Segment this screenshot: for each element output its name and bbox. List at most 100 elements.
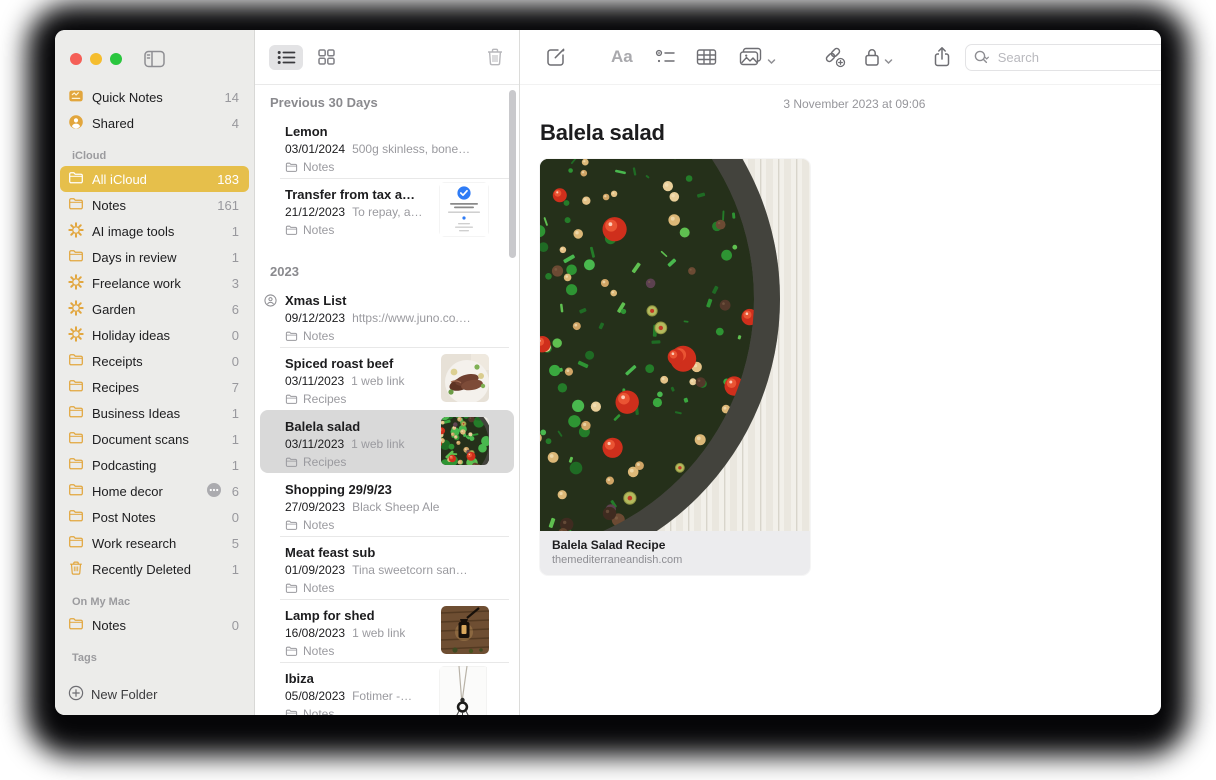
sidebar-item-shared[interactable]: Shared 4 <box>60 110 249 136</box>
sidebar-item-count: 1 <box>232 250 239 265</box>
smart-folder-gear-icon <box>68 300 92 319</box>
folder-icon <box>68 616 92 635</box>
sidebar-item-all-icloud[interactable]: All iCloud 183 <box>60 166 249 192</box>
sidebar-item-recently-deleted[interactable]: Recently Deleted 1 <box>60 556 249 582</box>
sidebar-item-count: 1 <box>232 432 239 447</box>
photos-icon[interactable] <box>739 47 763 67</box>
sidebar-item-document-scans[interactable]: Document scans 1 <box>60 426 249 452</box>
lock-icon[interactable] <box>864 47 880 67</box>
sidebar-item-garden[interactable]: Garden 6 <box>60 296 249 322</box>
note-list-item-lamp-for-shed[interactable]: Lamp for shed 16/08/2023 1 web link Note… <box>260 599 514 662</box>
note-list: Previous 30 Days Lemon 03/01/2024 500g s… <box>255 85 519 715</box>
sidebar-item-post-notes[interactable]: Post Notes 0 <box>60 504 249 530</box>
trash-icon <box>68 560 92 579</box>
trash-icon[interactable] <box>485 47 505 67</box>
note-list-item-spiced-roast-beef[interactable]: Spiced roast beef 03/11/2023 1 web link … <box>260 347 514 410</box>
note-timestamp: 3 November 2023 at 09:06 <box>520 97 1161 111</box>
sidebar-item-label: Document scans <box>92 432 226 447</box>
sidebar-item-freelance-work[interactable]: Freelance work 3 <box>60 270 249 296</box>
note-thumbnail-lamp <box>441 606 489 654</box>
plus-circle-icon <box>68 685 84 704</box>
sidebar-item-quick-notes[interactable]: Quick Notes 14 <box>60 84 249 110</box>
folder-icon <box>68 378 92 397</box>
sidebar-item-label: Home decor <box>92 484 206 499</box>
sidebar-items: Quick Notes 14 Shared 4 iCloud All iCloud… <box>55 84 254 668</box>
note-item-title: Shopping 29/9/23 <box>285 481 480 498</box>
sidebar-item-notes[interactable]: Notes 161 <box>60 192 249 218</box>
close-button[interactable] <box>70 53 82 65</box>
sidebar-item-label: Work research <box>92 536 226 551</box>
note-item-preview: https://www.juno.co.… <box>352 310 471 327</box>
note-list-item-shopping-29-9-23[interactable]: Shopping 29/9/23 27/09/2023 Black Sheep … <box>260 473 514 536</box>
new-folder-button[interactable]: New Folder <box>68 685 157 704</box>
folder-icon <box>68 456 92 475</box>
sidebar-item-count: 7 <box>232 380 239 395</box>
salad-photo <box>540 159 810 531</box>
list-scrollbar[interactable] <box>509 90 516 258</box>
ellipsis-icon[interactable] <box>206 482 226 501</box>
checklist-icon[interactable] <box>655 48 676 66</box>
link-domain: themediterraneandish.com <box>552 554 798 566</box>
table-icon[interactable] <box>696 48 717 66</box>
sidebar-item-label: Notes <box>92 198 211 213</box>
note-list-item-balela-salad[interactable]: Balela salad 03/11/2023 1 web link Recip… <box>260 410 514 473</box>
note-item-preview: 500g skinless, bone… <box>352 141 470 158</box>
sidebar-item-count: 161 <box>217 198 239 213</box>
note-list-item-meat-feast-sub[interactable]: Meat feast sub 01/09/2023 Tina sweetcorn… <box>260 536 514 599</box>
editor-panel: Aa <box>520 30 1161 715</box>
sidebar-item-label: Notes <box>92 618 226 633</box>
link-caption: Balela Salad Recipe themediterraneandish… <box>540 531 810 575</box>
note-item-preview: Fotimer -… <box>352 688 412 705</box>
sidebar-item-notes[interactable]: Notes 0 <box>60 612 249 638</box>
sidebar-toggle-icon[interactable] <box>144 50 165 68</box>
sidebar-section-on-my-mac: On My Mac <box>55 592 254 612</box>
sidebar-section-icloud: iCloud <box>55 146 254 166</box>
note-item-date: 09/12/2023 <box>285 310 345 327</box>
note-item-folder: Notes <box>285 329 480 344</box>
shared-note-icon <box>264 294 277 307</box>
note-item-date: 03/11/2023 <box>285 436 344 453</box>
note-list-panel: Previous 30 Days Lemon 03/01/2024 500g s… <box>255 30 520 715</box>
sidebar-item-count: 1 <box>232 562 239 577</box>
minimize-button[interactable] <box>90 53 102 65</box>
link-icon[interactable] <box>822 46 846 68</box>
compose-icon[interactable] <box>545 46 567 68</box>
sidebar-item-work-research[interactable]: Work research 5 <box>60 530 249 556</box>
sidebar-item-home-decor[interactable]: Home decor 6 <box>60 478 249 504</box>
format-icon[interactable]: Aa <box>611 47 633 67</box>
sidebar-item-ai-image-tools[interactable]: AI image tools 1 <box>60 218 249 244</box>
note-list-item-ibiza[interactable]: Ibiza 05/08/2023 Fotimer -… Notes <box>260 662 514 715</box>
folder-icon <box>68 248 92 267</box>
sidebar-item-recipes[interactable]: Recipes 7 <box>60 374 249 400</box>
folder-icon <box>68 508 92 527</box>
note-canvas[interactable]: 3 November 2023 at 09:06 Balela salad Ba… <box>520 85 1161 715</box>
link-preview-card[interactable]: Balela Salad Recipe themediterraneandish… <box>540 159 810 575</box>
zoom-button[interactable] <box>110 53 122 65</box>
sidebar-item-holiday-ideas[interactable]: Holiday ideas 0 <box>60 322 249 348</box>
notes-window: Quick Notes 14 Shared 4 iCloud All iCloud… <box>55 30 1161 715</box>
sidebar-item-days-in-review[interactable]: Days in review 1 <box>60 244 249 270</box>
search-input[interactable] <box>965 44 1161 71</box>
sidebar-item-business-ideas[interactable]: Business Ideas 1 <box>60 400 249 426</box>
share-icon[interactable] <box>933 46 951 68</box>
sidebar-item-podcasting[interactable]: Podcasting 1 <box>60 452 249 478</box>
note-list-item-transfer-from-tax-a[interactable]: Transfer from tax a… 21/12/2023 To repay… <box>260 178 514 241</box>
sidebar-item-label: AI image tools <box>92 224 226 239</box>
note-item-preview: Tina sweetcorn san… <box>352 562 468 579</box>
sidebar-item-count: 14 <box>225 90 239 105</box>
folder-icon <box>68 404 92 423</box>
sidebar-item-count: 6 <box>232 302 239 317</box>
folder-icon <box>68 352 92 371</box>
sidebar-item-label: Recipes <box>92 380 226 395</box>
note-item-date: 27/09/2023 <box>285 499 345 516</box>
smart-folder-gear-icon <box>68 222 92 241</box>
note-item-date: 03/11/2023 <box>285 373 344 390</box>
sidebar-item-receipts[interactable]: Receipts 0 <box>60 348 249 374</box>
note-list-item-lemon[interactable]: Lemon 03/01/2024 500g skinless, bone… No… <box>260 115 514 178</box>
note-list-item-xmas-list[interactable]: Xmas List 09/12/2023 https://www.juno.co… <box>260 284 514 347</box>
sidebar-item-label: Post Notes <box>92 510 226 525</box>
sidebar-item-label: All iCloud <box>92 172 211 187</box>
list-view-icon[interactable] <box>269 45 303 70</box>
photos-chevron-icon <box>767 53 776 62</box>
gallery-view-icon[interactable] <box>309 45 343 70</box>
